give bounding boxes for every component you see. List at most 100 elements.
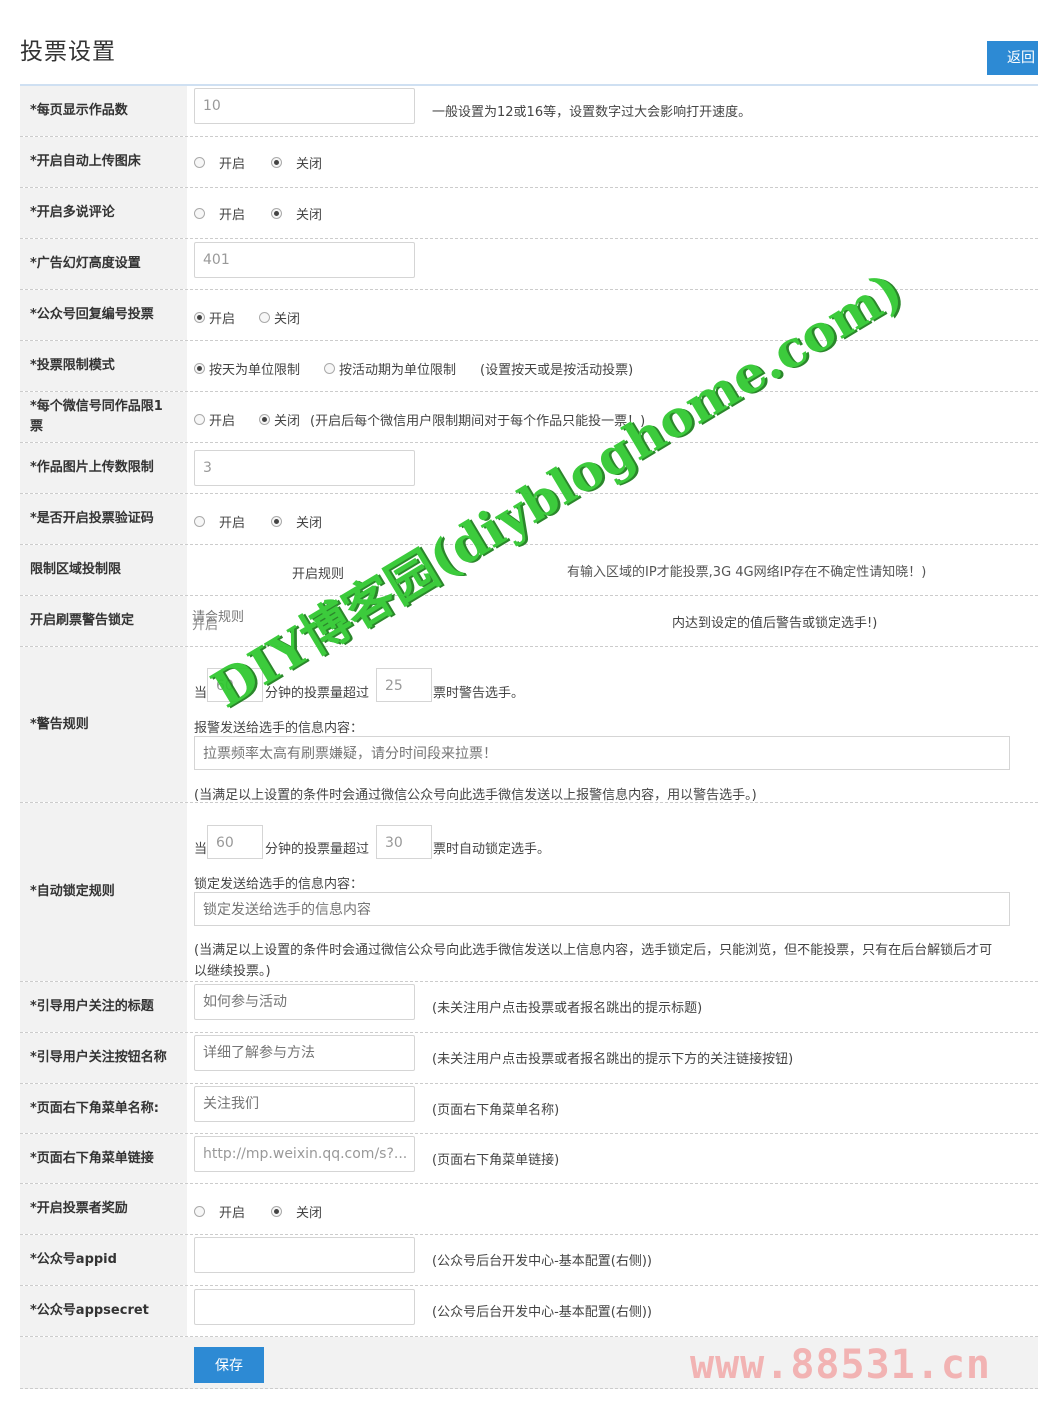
row-one-vote: *每个微信号同作品限1票 开启 关闭 (开启后每个微信用户限制期间对于每个作品只… — [20, 392, 1038, 443]
lock-note-2: 以继续投票。) — [194, 964, 271, 979]
row-follow-button: *引导用户关注按钮名称 (未关注用户点击投票或者报名跳出的提示下方的关注链接按钮… — [20, 1033, 1038, 1084]
row-mp-reply: *公众号回复编号投票 开启 关闭 — [20, 290, 1038, 341]
duoshuo-radios: 开启 关闭 — [194, 204, 322, 223]
region-rule-toggle[interactable]: 开启规则 — [292, 563, 344, 582]
row-footer: 保存 — [20, 1337, 1038, 1389]
row-appsecret: *公众号appsecret (公众号后台开发中心-基本配置(右侧)) — [20, 1286, 1038, 1337]
row-auto-upload: *开启自动上传图床 开启 关闭 — [20, 137, 1038, 188]
field-label: *作品图片上传数限制 — [20, 443, 187, 493]
row-upload-limit: *作品图片上传数限制 — [20, 443, 1038, 494]
page-title: 投票设置 — [20, 39, 116, 65]
brush-warn-on[interactable]: 开启 — [192, 614, 218, 633]
upload-limit-input[interactable] — [194, 450, 415, 486]
radio-off-label: 关闭 — [296, 1206, 323, 1221]
field-label: *引导用户关注的标题 — [20, 982, 187, 1032]
radio-on-label: 开启 — [219, 157, 246, 172]
field-label: *每页显示作品数 — [20, 86, 187, 136]
lock-votes-input[interactable]: 30 — [376, 825, 432, 859]
field-label: *开启多说评论 — [20, 188, 187, 238]
row-per-page: *每页显示作品数 一般设置为12或16等，设置数字过大会影响打开速度。 — [20, 86, 1038, 137]
radio-off[interactable] — [271, 516, 283, 527]
appid-hint: (公众号后台开发中心-基本配置(右侧)) — [432, 1254, 652, 1269]
mp-reply-radios: 开启 关闭 — [194, 308, 300, 327]
row-voter-reward: *开启投票者奖励 开启 关闭 — [20, 1184, 1038, 1235]
menu-name-input[interactable] — [194, 1086, 415, 1122]
radio-on-label: 开启 — [219, 1206, 246, 1221]
warn-prefix: 当 — [194, 686, 208, 701]
field-label: *广告幻灯高度设置 — [20, 239, 187, 289]
warn-suffix: 票时警告选手。 — [433, 686, 525, 701]
row-lock-rule: *自动锁定规则 当 60 分钟的投票量超过 30 票时自动锁定选手。 锁定发送给… — [20, 803, 1038, 982]
row-limit-mode: *投票限制模式 按天为单位限制 按活动期为单位限制 (设置按天或是按活动投票) — [20, 341, 1038, 392]
field-label: 限制区域投制限 — [20, 545, 187, 595]
brush-warn-hint: 内达到设定的值后警告或锁定选手!) — [672, 616, 878, 631]
warn-minutes-input[interactable]: 60 — [207, 668, 263, 702]
radio-on[interactable] — [194, 1206, 205, 1217]
radio-off[interactable] — [271, 208, 283, 219]
radio-on[interactable] — [194, 208, 205, 219]
follow-button-hint: (未关注用户点击投票或者报名跳出的提示下方的关注链接按钮) — [432, 1052, 794, 1067]
per-page-input[interactable] — [194, 88, 415, 124]
lock-minutes-input[interactable]: 60 — [207, 825, 263, 859]
radio-day[interactable] — [194, 363, 205, 374]
radio-on-label: 开启 — [209, 414, 236, 429]
radio-on-label: 开启 — [219, 516, 246, 531]
row-appid: *公众号appid (公众号后台开发中心-基本配置(右侧)) — [20, 1235, 1038, 1286]
menu-link-input[interactable] — [194, 1136, 415, 1172]
radio-on-label: 开启 — [209, 312, 236, 327]
field-label: *开启自动上传图床 — [20, 137, 187, 187]
appid-input[interactable] — [194, 1237, 415, 1273]
radio-period[interactable] — [324, 363, 336, 374]
radio-off[interactable] — [271, 157, 283, 168]
row-menu-link: *页面右下角菜单链接 (页面右下角菜单链接) — [20, 1134, 1038, 1184]
field-label: *是否开启投票验证码 — [20, 494, 187, 544]
field-label: *投票限制模式 — [20, 341, 187, 391]
appsecret-hint: (公众号后台开发中心-基本配置(右侧)) — [432, 1305, 652, 1320]
save-button[interactable]: 保存 — [194, 1347, 264, 1383]
region-limit-hint: 有输入区域的IP才能投票,3G 4G网络IP存在不确定性请知晓！) — [567, 565, 927, 580]
page-header: 投票设置 返回 — [0, 0, 1038, 86]
field-label: 开启刷票警告锁定 — [20, 596, 187, 646]
field-label: *公众号appid — [20, 1235, 187, 1285]
follow-title-input[interactable] — [194, 984, 415, 1020]
radio-off[interactable] — [259, 414, 271, 425]
radio-on[interactable] — [194, 414, 205, 425]
row-warn-rule: *警告规则 当 60 分钟的投票量超过 25 票时警告选手。 报警发送给选手的信… — [20, 647, 1038, 803]
row-duoshuo: *开启多说评论 开启 关闭 — [20, 188, 1038, 239]
follow-button-input[interactable] — [194, 1035, 415, 1071]
field-label: *公众号appsecret — [20, 1286, 187, 1336]
appsecret-input[interactable] — [194, 1289, 415, 1325]
radio-on[interactable] — [194, 312, 205, 323]
radio-off-label: 关闭 — [274, 414, 301, 429]
lock-middle: 分钟的投票量超过 — [265, 842, 370, 857]
lock-prefix: 当 — [194, 842, 208, 857]
field-label: *警告规则 — [20, 647, 187, 802]
row-menu-name: *页面右下角菜单名称: (页面右下角菜单名称) — [20, 1084, 1038, 1134]
radio-on[interactable] — [194, 516, 205, 527]
radio-off[interactable] — [259, 312, 271, 323]
row-brush-warn: 开启刷票警告锁定 请会规则 开启 内达到设定的值后警告或锁定选手!) — [20, 596, 1038, 647]
lock-msg-input[interactable] — [194, 892, 1010, 926]
radio-day-label: 按天为单位限制 — [209, 363, 301, 378]
limit-mode-hint: (设置按天或是按活动投票) — [480, 363, 634, 378]
captcha-radios: 开启 关闭 — [194, 512, 322, 531]
radio-off-label: 关闭 — [296, 208, 323, 223]
warn-msg-input[interactable] — [194, 736, 1010, 770]
lock-msg-label: 锁定发送给选手的信息内容： — [194, 877, 364, 892]
warn-votes-input[interactable]: 25 — [376, 668, 432, 702]
radio-on[interactable] — [194, 157, 205, 168]
back-button[interactable]: 返回 — [987, 41, 1038, 75]
radio-off[interactable] — [271, 1206, 283, 1217]
lock-suffix: 票时自动锁定选手。 — [433, 842, 551, 857]
row-captcha: *是否开启投票验证码 开启 关闭 — [20, 494, 1038, 545]
field-label: *每个微信号同作品限1票 — [20, 392, 187, 442]
row-region-limit: 限制区域投制限 开启规则 有输入区域的IP才能投票,3G 4G网络IP存在不确定… — [20, 545, 1038, 596]
radio-off-label: 关闭 — [274, 312, 301, 327]
field-label: *自动锁定规则 — [20, 803, 187, 981]
menu-name-hint: (页面右下角菜单名称) — [432, 1103, 560, 1118]
one-vote-hint: (开启后每个微信用户限制期间对于每个作品只能投一票！) — [310, 414, 646, 429]
per-page-hint: 一般设置为12或16等，设置数字过大会影响打开速度。 — [432, 105, 752, 120]
voter-reward-radios: 开启 关闭 — [194, 1202, 322, 1221]
ad-height-input[interactable] — [194, 242, 415, 278]
radio-on-label: 开启 — [219, 208, 246, 223]
